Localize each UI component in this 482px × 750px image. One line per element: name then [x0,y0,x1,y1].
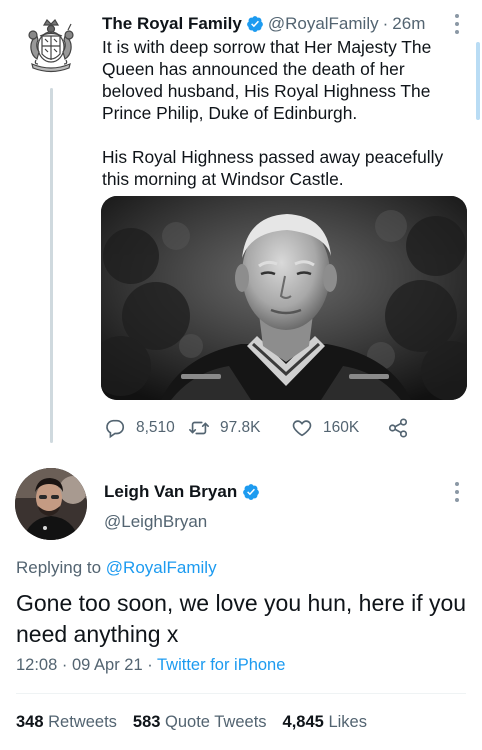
likes-count: 4,845 [282,713,324,731]
author-name[interactable]: Leigh Van Bryan [104,482,237,502]
reply-tweet-text: Gone too soon, we love you hun, here if … [16,590,467,647]
verified-badge-icon [246,16,263,32]
retweets-label: Retweets [48,713,117,731]
retweet-count: 97.8K [220,419,261,436]
quote-tweets-stat[interactable]: 583 Quote Tweets [133,713,267,732]
like-count: 160K [323,419,360,436]
tweet-paragraph: His Royal Highness passed away peacefull… [102,147,444,189]
original-tweet[interactable]: The Royal Family @RoyalFamily · 26m It i… [0,0,482,448]
reply-button[interactable]: 8,510 [104,417,188,439]
tweet-action-bar: 8,510 97.8K 160K [104,414,409,442]
retweet-icon [189,421,209,435]
like-button[interactable]: 160K [291,417,387,439]
reply-icon [106,419,125,439]
more-options-icon[interactable] [454,14,460,34]
tweet-client-link[interactable]: Twitter for iPhone [157,656,285,674]
engagement-stats: 348 Retweets 583 Quote Tweets 4,845 Like… [16,713,383,732]
original-tweet-text: It is with deep sorrow that Her Majesty … [102,36,468,190]
avatar[interactable] [15,468,87,540]
tweet-time[interactable]: 12:08 [16,656,57,674]
retweets-count: 348 [16,713,44,731]
likes-stat[interactable]: 4,845 Likes [283,713,367,732]
tweet-photo[interactable] [101,196,467,400]
share-icon [388,418,408,438]
thread-connector-line [50,88,53,443]
retweets-stat[interactable]: 348 Retweets [16,713,117,732]
profile-photo [15,468,87,540]
author-handle[interactable]: @LeighBryan [104,512,207,532]
tweet-metadata: 12:08 · 09 Apr 21 · Twitter for iPhone [16,656,285,675]
tweet-date[interactable]: 09 Apr 21 [72,656,143,674]
original-tweet-header: The Royal Family @RoyalFamily · 26m [102,13,425,35]
portrait-image [101,196,467,400]
scrollbar[interactable] [476,42,480,120]
header-separator: · [382,14,389,33]
share-button[interactable] [387,417,409,439]
meta-separator: · [147,656,153,674]
tweet-time-ago[interactable]: 26m [392,14,425,34]
likes-label: Likes [328,713,367,731]
replying-to-label: Replying to [16,558,102,577]
more-options-icon[interactable] [454,482,460,502]
replying-to-line: Replying to @RoyalFamily [16,558,217,578]
author-handle[interactable]: @RoyalFamily [268,14,379,34]
divider [16,693,466,694]
tweet-paragraph: It is with deep sorrow that Her Majesty … [102,37,432,123]
replying-to-handle-link[interactable]: @RoyalFamily [106,558,217,577]
quote-tweets-label: Quote Tweets [165,713,267,731]
retweet-button[interactable]: 97.8K [188,417,291,439]
quote-tweets-count: 583 [132,713,161,731]
heart-icon [292,420,312,437]
reply-author-header: Leigh Van Bryan [104,480,264,504]
author-name[interactable]: The Royal Family [102,14,242,34]
meta-separator: · [61,656,68,674]
reply-count: 8,510 [136,419,175,436]
royal-crest-avatar[interactable] [20,16,82,78]
verified-badge-icon [243,484,260,500]
